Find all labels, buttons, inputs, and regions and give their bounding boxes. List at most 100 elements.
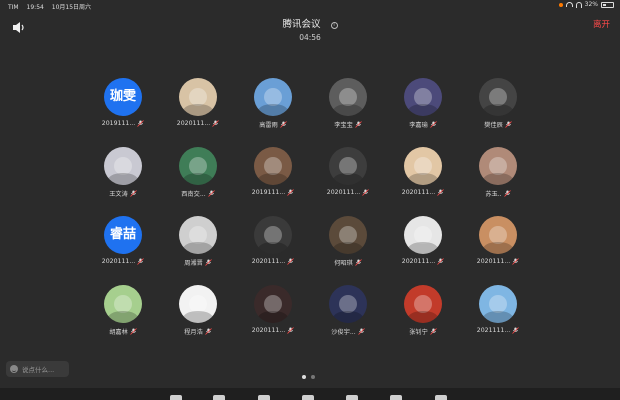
participant-tile[interactable]: 胡嘉林 <box>88 285 158 336</box>
avatar[interactable] <box>479 216 517 254</box>
video-button[interactable] <box>213 395 225 400</box>
participant-name: 2020111... <box>476 258 511 265</box>
bottom-toolbar <box>0 388 620 400</box>
avatar[interactable] <box>179 78 217 116</box>
avatar[interactable] <box>404 216 442 254</box>
avatar-body <box>408 242 438 254</box>
mic-muted-icon <box>129 190 137 197</box>
avatar[interactable] <box>179 285 217 323</box>
avatar-body <box>183 311 213 323</box>
avatar[interactable] <box>179 147 217 185</box>
participant-label: 2020111... <box>388 258 458 265</box>
participant-name: 何昭琪 <box>334 260 353 267</box>
mic-muted-icon <box>137 120 145 127</box>
participant-label: 2020111... <box>238 258 308 265</box>
avatar-body <box>408 173 438 185</box>
participant-label: 周湘晋 <box>163 258 233 267</box>
participant-label: 胡嘉林 <box>88 327 158 336</box>
members-button[interactable] <box>302 395 314 400</box>
participant-tile[interactable]: 睿喆 2020111... <box>88 216 158 265</box>
avatar[interactable] <box>104 147 142 185</box>
avatar[interactable] <box>479 78 517 116</box>
participant-tile[interactable]: 2020111... <box>238 285 308 334</box>
avatar[interactable] <box>329 216 367 254</box>
leave-button[interactable]: 离开 <box>593 18 610 30</box>
participant-tile[interactable]: 王文涛 <box>88 147 158 198</box>
participant-tile[interactable]: 2020111... <box>388 147 458 196</box>
participant-tile[interactable]: 2020111... <box>463 216 533 265</box>
emoji-icon[interactable] <box>10 365 18 373</box>
participant-tile[interactable]: 张钊宁 <box>388 285 458 336</box>
participant-tile[interactable]: 程月浩 <box>163 285 233 336</box>
participant-label: 2020111... <box>463 258 533 265</box>
participant-name: 苏玉.. <box>485 191 502 198</box>
participant-tile[interactable]: 高雷雨 <box>238 78 308 129</box>
participant-tile[interactable]: 2020111... <box>388 216 458 265</box>
avatar[interactable] <box>404 78 442 116</box>
participant-label: 沙俊宇... <box>313 327 383 336</box>
participant-tile[interactable]: 2019111... <box>238 147 308 196</box>
mic-muted-icon <box>512 327 520 334</box>
participant-tile[interactable]: 李宝宝 <box>313 78 383 129</box>
participant-name: 2020111... <box>401 189 436 196</box>
avatar-body <box>258 311 288 323</box>
participant-label: 2019111... <box>238 189 308 196</box>
chat-input[interactable]: 说点什么... <box>6 361 69 377</box>
avatar[interactable] <box>479 285 517 323</box>
avatar[interactable] <box>254 147 292 185</box>
status-right: 32% <box>558 1 614 8</box>
participant-tile[interactable]: 何昭琪 <box>313 216 383 267</box>
participant-label: 高雷雨 <box>238 120 308 129</box>
record-button[interactable] <box>390 395 402 400</box>
avatar[interactable] <box>104 285 142 323</box>
avatar-body <box>333 104 363 116</box>
avatar[interactable] <box>479 147 517 185</box>
participant-tile[interactable]: 苏玉.. <box>463 147 533 198</box>
avatar[interactable] <box>254 216 292 254</box>
avatar[interactable] <box>179 216 217 254</box>
participant-tile[interactable]: 周湘晋 <box>163 216 233 267</box>
avatar[interactable]: 睿喆 <box>104 216 142 254</box>
participant-name: 程月浩 <box>184 329 203 336</box>
avatar[interactable] <box>404 285 442 323</box>
more-button[interactable] <box>435 395 447 400</box>
page-dot[interactable] <box>311 375 315 379</box>
participant-tile[interactable]: 西南交... <box>163 147 233 198</box>
participant-name: 2020111... <box>176 120 211 127</box>
participant-name: 2020111... <box>101 258 136 265</box>
participant-tile[interactable]: 李嘉瑜 <box>388 78 458 129</box>
avatar[interactable] <box>329 147 367 185</box>
avatar-body <box>183 104 213 116</box>
mic-muted-icon <box>437 189 445 196</box>
avatar[interactable] <box>329 78 367 116</box>
mic-muted-icon <box>429 328 437 335</box>
info-icon[interactable]: i <box>330 22 338 29</box>
participant-label: 樊佳辰 <box>463 120 533 129</box>
mic-muted-icon <box>437 258 445 265</box>
mic-muted-icon <box>129 328 137 335</box>
participant-label: 2020111... <box>238 327 308 334</box>
battery-icon <box>601 1 614 8</box>
participant-tile[interactable]: 樊佳辰 <box>463 78 533 129</box>
participant-name: 李嘉瑜 <box>409 122 428 129</box>
participant-tile[interactable]: 2020111... <box>238 216 308 265</box>
participant-name: 西南交... <box>181 191 206 198</box>
participant-tile[interactable]: 2020111... <box>313 147 383 196</box>
mic-muted-icon <box>137 258 145 265</box>
avatar[interactable] <box>404 147 442 185</box>
page-dot[interactable] <box>302 375 306 379</box>
participant-tile[interactable]: 2021111... <box>463 285 533 334</box>
chat-button[interactable] <box>346 395 358 400</box>
avatar[interactable]: 珈雯 <box>104 78 142 116</box>
participant-tile[interactable]: 珈雯 2019111... <box>88 78 158 127</box>
avatar[interactable] <box>329 285 367 323</box>
participant-label: 2021111... <box>463 327 533 334</box>
mic-muted-icon <box>512 258 520 265</box>
chat-placeholder: 说点什么... <box>22 366 55 374</box>
mute-button[interactable] <box>170 395 182 400</box>
share-button[interactable] <box>258 395 270 400</box>
participant-tile[interactable]: 2020111... <box>163 78 233 127</box>
avatar[interactable] <box>254 78 292 116</box>
participant-tile[interactable]: 沙俊宇... <box>313 285 383 336</box>
avatar[interactable] <box>254 285 292 323</box>
